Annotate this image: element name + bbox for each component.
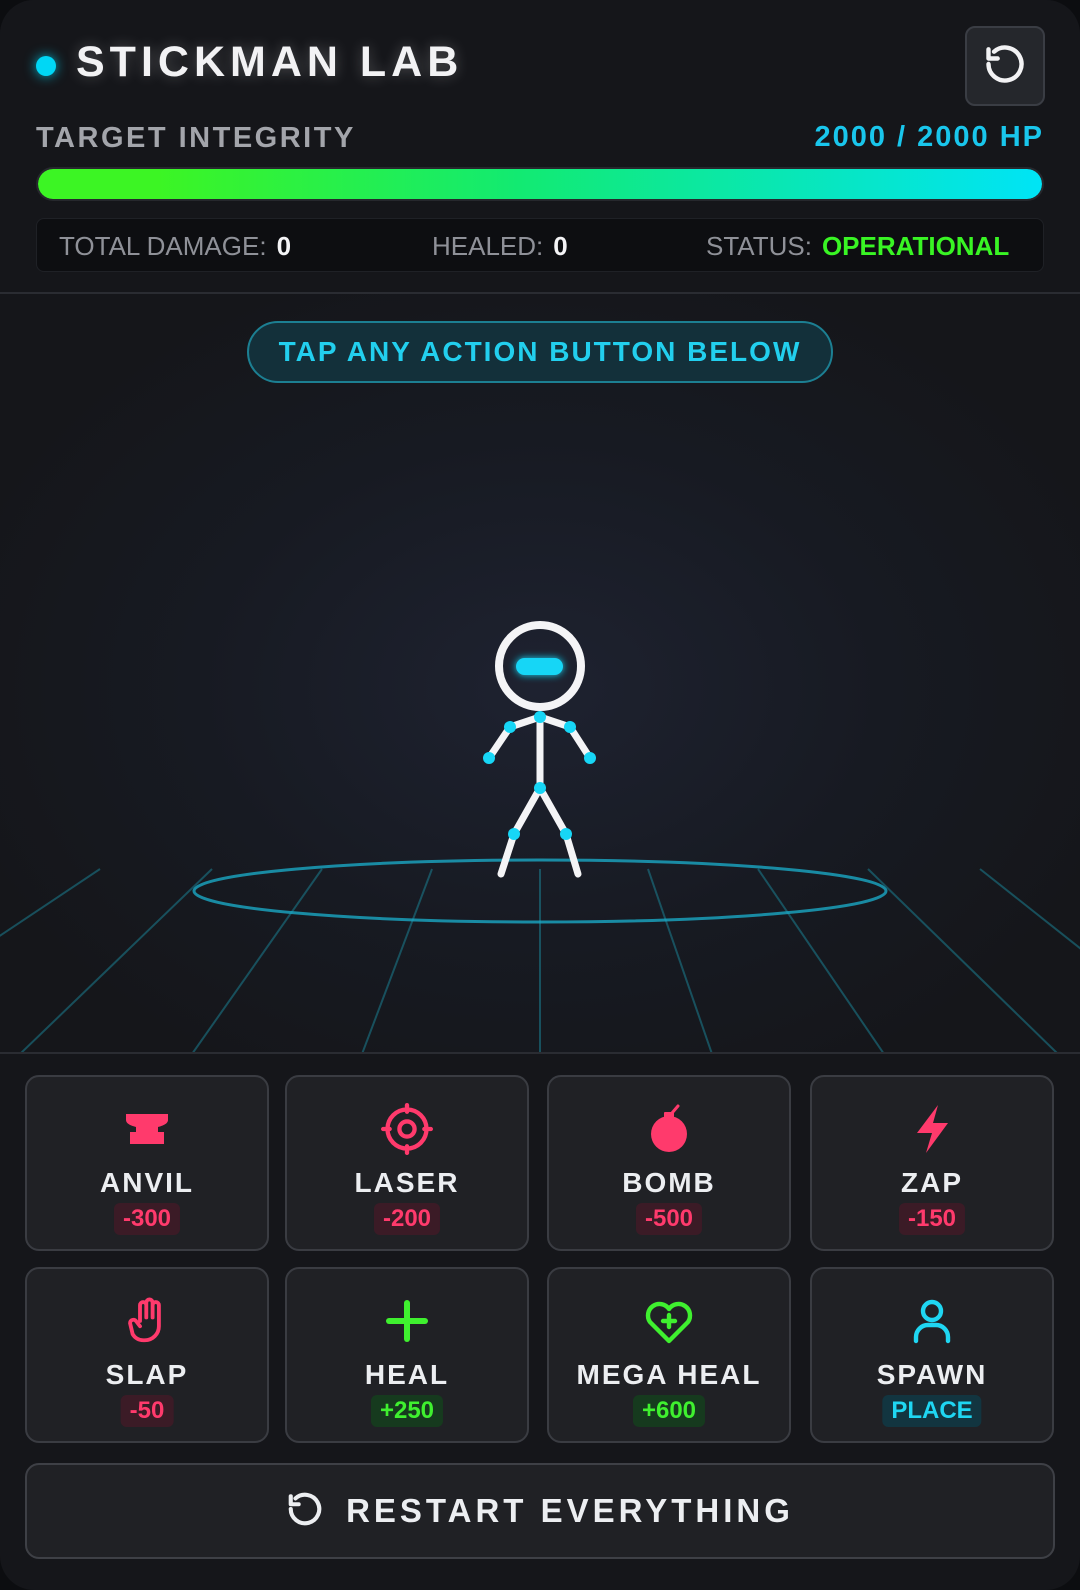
place-badge: PLACE xyxy=(882,1395,982,1427)
hp-readout: 2000 / 2000 HP xyxy=(814,121,1044,153)
damage-badge: -500 xyxy=(635,1203,703,1235)
action-name: SPAWN xyxy=(876,1359,988,1390)
hint-pill: TAP ANY ACTION BUTTON BELOW xyxy=(247,321,833,383)
laser-button[interactable]: LASER -200 xyxy=(285,1075,529,1251)
total-damage-label: TOTAL DAMAGE: xyxy=(59,231,267,261)
reset-icon xyxy=(983,42,1027,91)
restart-label: RESTART EVERYTHING xyxy=(346,1492,794,1529)
status-value: OPERATIONAL xyxy=(821,231,1010,261)
heal-badge: +600 xyxy=(632,1395,706,1427)
healed-value: 0 xyxy=(553,231,568,261)
damage-badge: -50 xyxy=(120,1395,174,1427)
stats-row: TOTAL DAMAGE: 0 HEALED: 0 STATUS: OPERATION… xyxy=(36,218,1044,272)
action-name: MEGA HEAL xyxy=(576,1359,762,1390)
header: STICKMAN LAB TARGET INTEGRITY 2000 / 200… xyxy=(0,0,1080,294)
stickman[interactable] xyxy=(483,621,596,878)
lightning-icon xyxy=(812,1101,1052,1157)
arena[interactable]: TAP ANY ACTION BUTTON BELOW xyxy=(0,294,1080,1054)
slap-button[interactable]: SLAP -50 xyxy=(25,1267,269,1443)
target-icon xyxy=(287,1101,527,1157)
integrity-label: TARGET INTEGRITY xyxy=(36,122,356,154)
healed-stat: HEALED: 0 xyxy=(432,231,568,262)
floor-grid xyxy=(0,868,1080,1052)
app-window: STICKMAN LAB TARGET INTEGRITY 2000 / 200… xyxy=(0,0,1080,1590)
status-label: STATUS: xyxy=(706,231,812,261)
action-name: BOMB xyxy=(622,1167,716,1198)
mega-heal-button[interactable]: MEGA HEAL +600 xyxy=(547,1267,791,1443)
bomb-button[interactable]: BOMB -500 xyxy=(547,1075,791,1251)
damage-badge: -150 xyxy=(898,1203,966,1235)
total-damage-value: 0 xyxy=(276,231,292,261)
reset-button[interactable] xyxy=(965,26,1045,106)
plus-icon xyxy=(287,1293,527,1349)
person-icon xyxy=(812,1293,1052,1349)
restart-everything-button[interactable]: RESTART EVERYTHING xyxy=(25,1463,1055,1559)
healed-label: HEALED: xyxy=(432,231,544,261)
arena-scene xyxy=(0,621,1080,1052)
action-name: ANVIL xyxy=(100,1167,194,1198)
anvil-button[interactable]: ANVIL -300 xyxy=(25,1075,269,1251)
status-stat: STATUS: OPERATIONAL xyxy=(706,231,1009,262)
zap-button[interactable]: ZAP -150 xyxy=(810,1075,1054,1251)
restart-icon xyxy=(286,1490,324,1533)
hand-icon xyxy=(27,1293,267,1349)
action-name: LASER xyxy=(354,1167,460,1198)
damage-badge: -200 xyxy=(373,1203,441,1235)
damage-badge: -300 xyxy=(113,1203,181,1235)
action-name: HEAL xyxy=(364,1359,450,1390)
spawn-button[interactable]: SPAWN PLACE xyxy=(810,1267,1054,1443)
action-name: ZAP xyxy=(901,1167,963,1198)
total-damage-stat: TOTAL DAMAGE: 0 xyxy=(59,231,291,262)
anvil-icon xyxy=(27,1101,267,1157)
bomb-icon xyxy=(549,1101,789,1157)
app-title: STICKMAN LAB xyxy=(76,38,464,86)
hp-bar-fill xyxy=(38,169,1042,199)
hp-bar xyxy=(36,167,1044,201)
heal-badge: +250 xyxy=(370,1395,444,1427)
heart-plus-icon xyxy=(549,1293,789,1349)
status-dot xyxy=(36,56,56,76)
action-name: SLAP xyxy=(105,1359,189,1390)
heal-button[interactable]: HEAL +250 xyxy=(285,1267,529,1443)
